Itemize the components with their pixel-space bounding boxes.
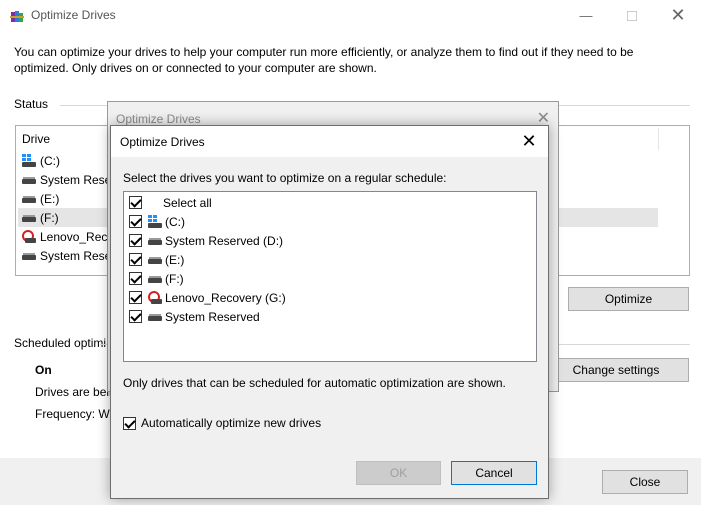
auto-optimize-row[interactable]: Automatically optimize new drives xyxy=(123,416,321,430)
windows-drive-icon xyxy=(148,215,162,228)
dialog-instruction: Select the drives you want to optimize o… xyxy=(123,171,447,185)
hard-drive-icon xyxy=(148,237,162,245)
optimize-schedule-dialog: Optimize Drives ✕ Select the drives you … xyxy=(110,125,549,499)
maximize-button[interactable] xyxy=(609,0,655,31)
minimize-icon: — xyxy=(579,8,593,23)
hard-drive-icon xyxy=(22,214,36,222)
schedule-state: On xyxy=(35,363,52,377)
drive-checkbox-row[interactable]: Lenovo_Recovery (G:) xyxy=(129,288,286,307)
select-all-checkbox[interactable] xyxy=(129,196,142,209)
dialog-titlebar: Optimize Drives ✕ xyxy=(111,126,548,157)
cancel-button[interactable]: Cancel xyxy=(451,461,537,485)
close-icon: ✕ xyxy=(521,131,537,151)
drive-checklist[interactable]: Select all (C:) System Reserved (D:) (E:… xyxy=(123,191,537,362)
window-close-button[interactable]: ✕ xyxy=(655,0,701,31)
drive-label: (F:) xyxy=(40,210,59,225)
hard-drive-icon xyxy=(22,176,36,184)
drive-label: Lenovo_Reco xyxy=(40,229,115,244)
schedule-frequency: Frequency: We xyxy=(35,407,117,421)
hard-drive-icon xyxy=(148,275,162,283)
maximize-icon xyxy=(627,10,637,21)
auto-optimize-checkbox[interactable] xyxy=(123,416,136,430)
drive-checkbox[interactable] xyxy=(129,291,142,304)
hard-drive-icon xyxy=(22,252,36,260)
drive-checkbox[interactable] xyxy=(129,234,142,247)
recovery-drive-icon xyxy=(148,290,162,305)
hard-drive-icon xyxy=(22,195,36,203)
drive-checkbox-row[interactable]: (E:) xyxy=(129,250,184,269)
drive-checkbox-row[interactable]: (F:) xyxy=(129,269,184,288)
select-all-label: Select all xyxy=(163,195,212,210)
drive-label: (C:) xyxy=(40,153,60,168)
drive-checkbox-row[interactable]: System Reserved (D:) xyxy=(129,231,283,250)
select-all-row[interactable]: Select all xyxy=(129,193,212,212)
inactive-dialog-title: Optimize Drives xyxy=(116,112,201,126)
drive-checkbox[interactable] xyxy=(129,253,142,266)
drive-label: System Reser xyxy=(40,172,116,187)
hard-drive-icon xyxy=(148,313,162,321)
close-icon: ✕ xyxy=(670,5,686,25)
close-button[interactable]: Close xyxy=(602,470,688,494)
minimize-button[interactable]: — xyxy=(563,0,609,31)
drive-checkbox[interactable] xyxy=(129,215,142,228)
column-header-drive[interactable]: Drive xyxy=(22,132,50,146)
change-settings-button[interactable]: Change settings xyxy=(543,358,689,382)
status-label: Status xyxy=(14,97,49,111)
description: You can optimize your drives to help you… xyxy=(14,45,634,75)
ok-button[interactable]: OK xyxy=(356,461,441,485)
auto-optimize-label: Automatically optimize new drives xyxy=(141,416,322,430)
drive-checkbox[interactable] xyxy=(129,272,142,285)
windows-drive-icon xyxy=(22,154,36,167)
drive-checkbox-label: (C:) xyxy=(165,214,185,229)
drive-checkbox-row[interactable]: System Reserved xyxy=(129,307,260,326)
drive-checkbox-label: System Reserved xyxy=(165,309,260,324)
recovery-drive-icon xyxy=(22,229,36,244)
dialog-close-button[interactable]: ✕ xyxy=(514,126,544,157)
drive-checkbox-label: (F:) xyxy=(165,271,184,286)
window-title: Optimize Drives xyxy=(31,8,116,22)
drive-label: System Reser xyxy=(40,248,116,263)
schedule-note: Only drives that can be scheduled for au… xyxy=(123,376,506,390)
drive-checkbox-row[interactable]: (C:) xyxy=(129,212,185,231)
schedule-drives-text: Drives are bein xyxy=(35,385,116,399)
drive-checkbox[interactable] xyxy=(129,310,142,323)
optimize-button[interactable]: Optimize xyxy=(568,287,689,311)
column-separator xyxy=(658,128,659,150)
scheduled-optimization-label: Scheduled optimi xyxy=(14,336,107,350)
dialog-title: Optimize Drives xyxy=(120,135,205,149)
app-icon xyxy=(10,9,24,23)
drive-checkbox-label: System Reserved (D:) xyxy=(165,233,284,248)
drive-checkbox-label: (E:) xyxy=(165,252,185,267)
hard-drive-icon xyxy=(148,256,162,264)
drive-checkbox-label: Lenovo_Recovery (G:) xyxy=(165,290,286,305)
drive-label: (E:) xyxy=(40,191,60,206)
